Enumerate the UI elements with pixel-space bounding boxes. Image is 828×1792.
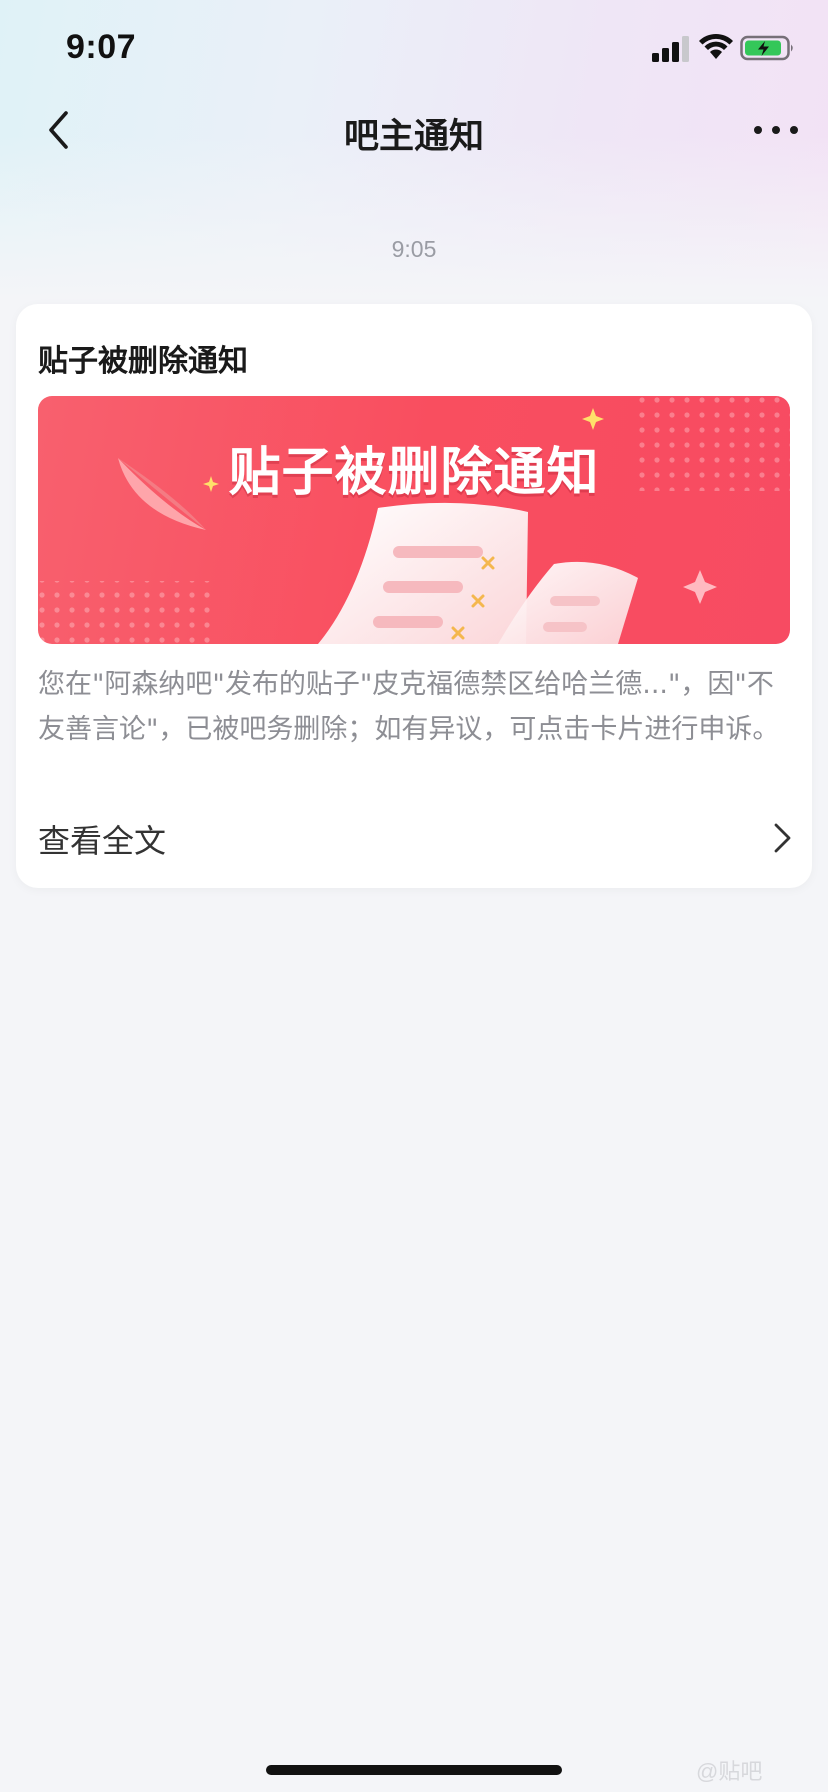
cellular-signal-icon [652, 36, 689, 62]
card-title: 贴子被删除通知 [38, 344, 248, 379]
card-description: 您在"阿森纳吧"发布的贴子"皮克福德禁区给哈兰德..."，因"不友善言论"，已被… [38, 669, 780, 745]
notification-card[interactable]: 贴子被删除通知 贴子被删除通知 您在"阿森纳吧"发布的贴子"皮克福德禁区给哈兰德… [16, 304, 812, 888]
home-indicator [266, 1765, 562, 1775]
notification-banner-image: 贴子被删除通知 [38, 396, 790, 644]
chevron-right-icon [774, 823, 791, 853]
view-full-text-link[interactable]: 查看全文 [38, 812, 794, 864]
more-dots-icon [754, 126, 798, 134]
more-button[interactable] [744, 102, 808, 158]
nav-bar: 吧主通知 [0, 96, 828, 164]
view-full-text-label: 查看全文 [38, 822, 167, 860]
banner-title: 贴子被删除通知 [228, 443, 600, 503]
watermark: @贴吧 [696, 1759, 763, 1784]
message-timestamp: 9:05 [391, 236, 437, 262]
status-time: 9:07 [66, 28, 137, 66]
page-title: 吧主通知 [343, 117, 484, 157]
wifi-icon [699, 33, 733, 59]
status-bar: 9:07 [0, 0, 828, 96]
battery-charging-icon [740, 35, 793, 61]
page: 9:07 吧主通知 9:05 贴子被删除通知 贴子被删除通知 您在"阿森纳吧"发… [0, 0, 828, 1792]
